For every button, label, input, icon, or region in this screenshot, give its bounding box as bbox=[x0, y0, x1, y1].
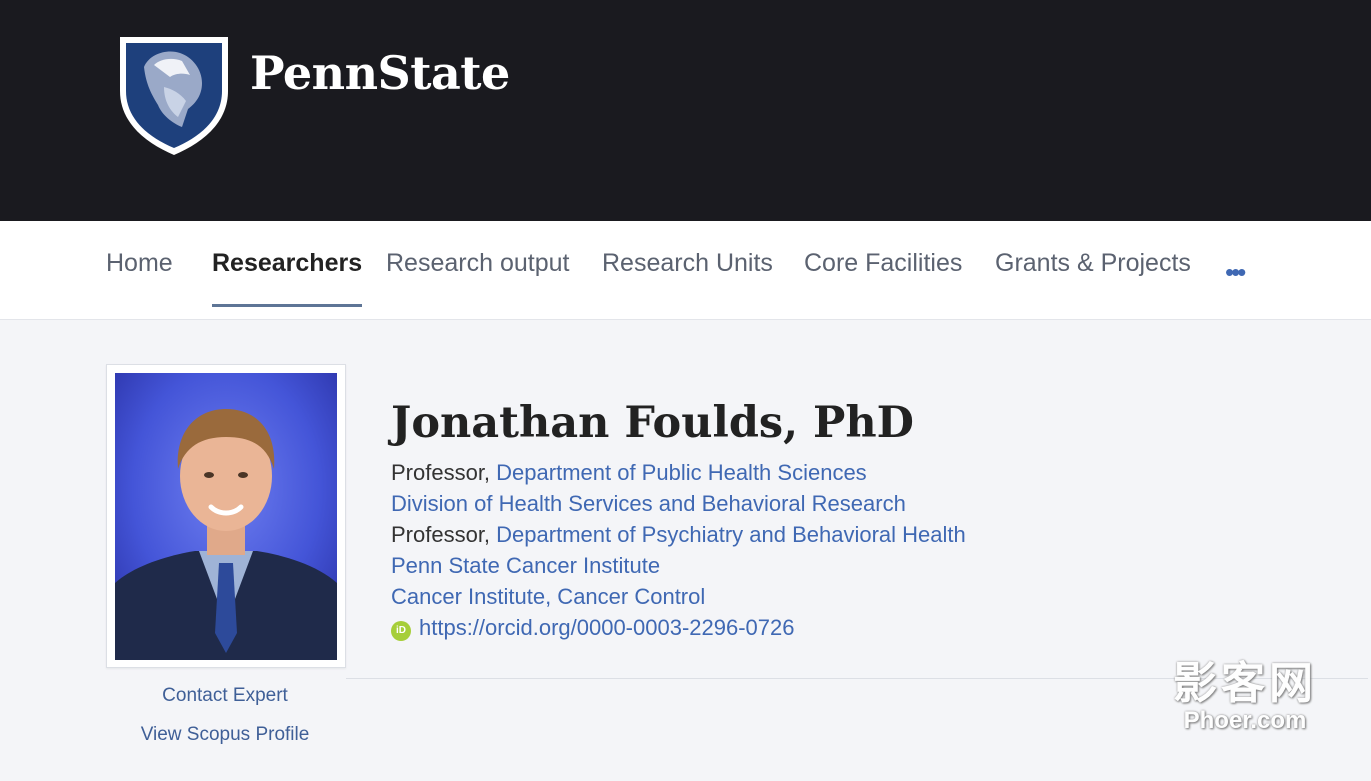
watermark-site-text: Phoer.com bbox=[1183, 707, 1307, 734]
site-header: PennState bbox=[0, 0, 1371, 221]
nav-grants-projects[interactable]: Grants & Projects bbox=[995, 249, 1191, 304]
orcid-icon: iD bbox=[391, 621, 411, 641]
profile-photo-card bbox=[106, 364, 346, 668]
orcid-line: iD https://orcid.org/0000-0003-2296-0726 bbox=[391, 615, 794, 641]
contact-expert-link[interactable]: Contact Expert bbox=[106, 685, 344, 707]
penn-state-shield-logo[interactable] bbox=[116, 31, 232, 157]
nav-home[interactable]: Home bbox=[106, 249, 173, 304]
orcid-link[interactable]: https://orcid.org/0000-0003-2296-0726 bbox=[419, 615, 794, 640]
nav-researchers[interactable]: Researchers bbox=[212, 249, 363, 307]
affiliation-link[interactable]: Department of Psychiatry and Behavioral … bbox=[496, 522, 966, 547]
affiliation-line: Division of Health Services and Behavior… bbox=[391, 491, 906, 517]
affiliation-line: Penn State Cancer Institute bbox=[391, 553, 660, 579]
view-scopus-profile-link[interactable]: View Scopus Profile bbox=[106, 724, 344, 746]
profile-photo bbox=[115, 373, 337, 660]
affiliation-link[interactable]: Penn State Cancer Institute bbox=[391, 553, 660, 578]
affiliation-link[interactable]: Cancer Institute, Cancer Control bbox=[391, 584, 705, 609]
nav-research-units[interactable]: Research Units bbox=[602, 249, 773, 304]
penn-state-wordmark: PennState bbox=[250, 46, 510, 100]
watermark: 影客网 Phoer.com bbox=[1160, 660, 1330, 734]
researcher-name: Jonathan Foulds, PhD bbox=[391, 398, 914, 448]
main-nav: Home Researchers Research output Researc… bbox=[0, 221, 1371, 320]
affiliation-line: Professor, Department of Psychiatry and … bbox=[391, 522, 966, 548]
affiliation-link[interactable]: Department of Public Health Sciences bbox=[496, 460, 867, 485]
nav-core-facilities[interactable]: Core Facilities bbox=[804, 249, 962, 304]
more-menu-icon[interactable]: ••• bbox=[1225, 257, 1246, 288]
affiliation-line: Cancer Institute, Cancer Control bbox=[391, 584, 705, 610]
nav-research-output[interactable]: Research output bbox=[386, 249, 569, 304]
affiliation-line: Professor, Department of Public Health S… bbox=[391, 460, 867, 486]
affiliation-link[interactable]: Division of Health Services and Behavior… bbox=[391, 491, 906, 516]
affiliation-title: Professor, bbox=[391, 460, 497, 485]
affiliation-title: Professor, bbox=[391, 522, 497, 547]
watermark-chinese-text: 影客网 bbox=[1173, 659, 1317, 708]
